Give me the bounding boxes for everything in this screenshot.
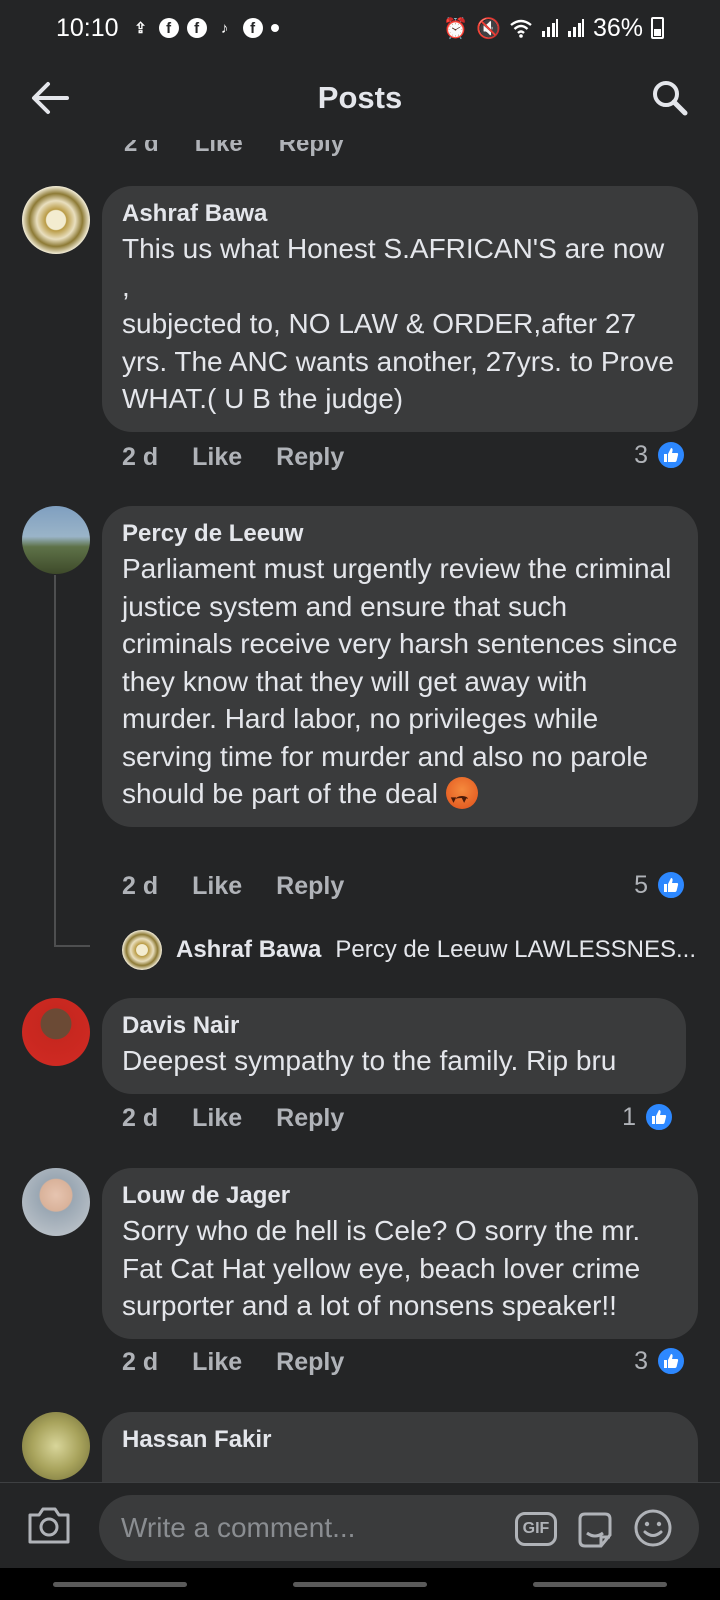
avatar[interactable]	[22, 186, 90, 254]
battery-percent: 36%	[592, 13, 643, 42]
mute-icon: 🔇	[476, 17, 501, 40]
reaction-number: 3	[634, 1346, 648, 1375]
reply-button[interactable]: Reply	[276, 443, 344, 472]
signal-icon	[541, 19, 558, 37]
wifi-icon	[510, 19, 532, 38]
battery-icon	[651, 17, 664, 39]
system-status: ⏰ 🔇 36%	[443, 14, 664, 43]
sticker-icon	[578, 1512, 612, 1548]
page-title: Posts	[317, 80, 403, 115]
avatar[interactable]	[22, 1412, 90, 1480]
system-navigation-bar	[0, 1568, 720, 1600]
thread-line	[54, 575, 56, 947]
app-bar: Posts	[0, 56, 720, 140]
facebook-icon: f	[158, 18, 179, 38]
status-bar: 10:10 ⇪ f f ♪ f ⏰ 🔇 36%	[0, 0, 720, 56]
emoji-button[interactable]	[633, 1508, 673, 1548]
reply-button[interactable]: Reply	[276, 1348, 344, 1377]
person-upload-icon: ⇪	[134, 20, 147, 37]
comment-time: 2 d	[122, 1348, 159, 1376]
nav-home-handle[interactable]	[293, 1581, 427, 1587]
avatar	[122, 930, 162, 970]
comment-time: 2 d	[122, 872, 159, 900]
comment-author[interactable]: Ashraf Bawa	[122, 200, 678, 228]
reply-button[interactable]: Reply	[276, 872, 344, 901]
dot-icon	[270, 24, 279, 32]
comment-actions: 2 d Like Reply	[122, 443, 344, 472]
camera-icon	[28, 1507, 70, 1544]
back-button[interactable]	[24, 72, 76, 124]
comment-text: Sorry who de hell is Cele? O sorry the m…	[122, 1215, 648, 1321]
sticker-button[interactable]	[575, 1511, 615, 1549]
reply-author: Ashraf Bawa	[176, 936, 322, 963]
comment-actions: 2 d Like Reply	[122, 1348, 344, 1377]
avatar[interactable]	[22, 506, 90, 574]
reaction-count[interactable]: 5	[634, 870, 686, 900]
comment-time: 2 d	[122, 1104, 159, 1132]
comments-feed[interactable]: 2 d Like Reply Ashraf Bawa This us what …	[0, 120, 720, 1482]
smiley-icon	[634, 1509, 672, 1547]
reaction-number: 1	[622, 1102, 636, 1131]
tiktok-icon: ♪	[220, 19, 229, 37]
nav-recents-handle[interactable]	[53, 1581, 187, 1587]
avatar[interactable]	[22, 998, 90, 1066]
comment-author[interactable]: Percy de Leeuw	[122, 520, 678, 548]
search-button[interactable]	[644, 72, 696, 124]
comment-time: 2 d	[122, 443, 159, 471]
thumbs-up-icon	[656, 440, 686, 470]
comment-actions: 2 d Like Reply	[122, 872, 344, 901]
comment-input[interactable]: Write a comment... GIF	[99, 1495, 699, 1561]
reaction-count[interactable]: 3	[634, 440, 686, 470]
facebook-icon: f	[242, 18, 263, 38]
like-button[interactable]: Like	[192, 443, 242, 472]
reply-button[interactable]: Reply	[276, 1104, 344, 1133]
reaction-count[interactable]: 1	[622, 1102, 674, 1132]
reaction-count[interactable]: 3	[634, 1346, 686, 1376]
thumbs-up-icon	[656, 870, 686, 900]
comment-author[interactable]: Hassan Fakir	[122, 1426, 678, 1454]
reaction-number: 3	[634, 440, 648, 469]
comment-author[interactable]: Davis Nair	[122, 1012, 666, 1040]
like-button[interactable]: Like	[192, 1104, 242, 1133]
thumbs-up-icon	[656, 1346, 686, 1376]
comment-author[interactable]: Louw de Jager	[122, 1182, 678, 1210]
comment-bubble[interactable]: Percy de Leeuw Parliament must urgently …	[102, 506, 698, 827]
comment-text: Deepest sympathy to the family. Rip bru	[122, 1045, 617, 1076]
reply-preview[interactable]: Ashraf Bawa Percy de Leeuw LAWLESSNES...	[122, 930, 696, 970]
back-arrow-icon	[32, 82, 69, 114]
comment-bubble[interactable]: Louw de Jager Sorry who de hell is Cele?…	[102, 1168, 698, 1339]
avatar[interactable]	[22, 1168, 90, 1236]
clock: 10:10	[56, 13, 119, 42]
comment-composer: Write a comment... GIF	[0, 1482, 720, 1568]
reply-snippet: Percy de Leeuw LAWLESSNES...	[335, 936, 696, 963]
reaction-number: 5	[634, 870, 648, 899]
thread-line	[54, 945, 90, 947]
signal-icon	[567, 19, 584, 37]
comment-bubble[interactable]: Davis Nair Deepest sympathy to the famil…	[102, 998, 686, 1094]
notification-icons: ⇪ f f ♪ f	[131, 18, 279, 38]
comment-input-placeholder: Write a comment...	[121, 1512, 356, 1543]
comment-text: This us what Honest S.AFRICAN'S are now …	[122, 233, 674, 414]
comment-actions: 2 d Like Reply	[122, 1104, 344, 1133]
like-button[interactable]: Like	[192, 1348, 242, 1377]
comment-text-body: Parliament must urgently review the crim…	[122, 553, 686, 809]
gif-button[interactable]: GIF	[515, 1512, 557, 1546]
comment-bubble[interactable]: Ashraf Bawa This us what Honest S.AFRICA…	[102, 186, 698, 432]
comment-text: Parliament must urgently review the crim…	[122, 550, 678, 820]
angry-emoji-icon	[445, 777, 478, 820]
comment-bubble[interactable]: Hassan Fakir	[102, 1412, 698, 1482]
nav-back-handle[interactable]	[533, 1581, 667, 1587]
camera-button[interactable]	[26, 1505, 72, 1545]
thumbs-up-icon	[644, 1102, 674, 1132]
alarm-icon: ⏰	[443, 17, 469, 40]
search-icon	[653, 81, 688, 116]
facebook-icon: f	[186, 18, 207, 38]
like-button[interactable]: Like	[192, 872, 242, 901]
